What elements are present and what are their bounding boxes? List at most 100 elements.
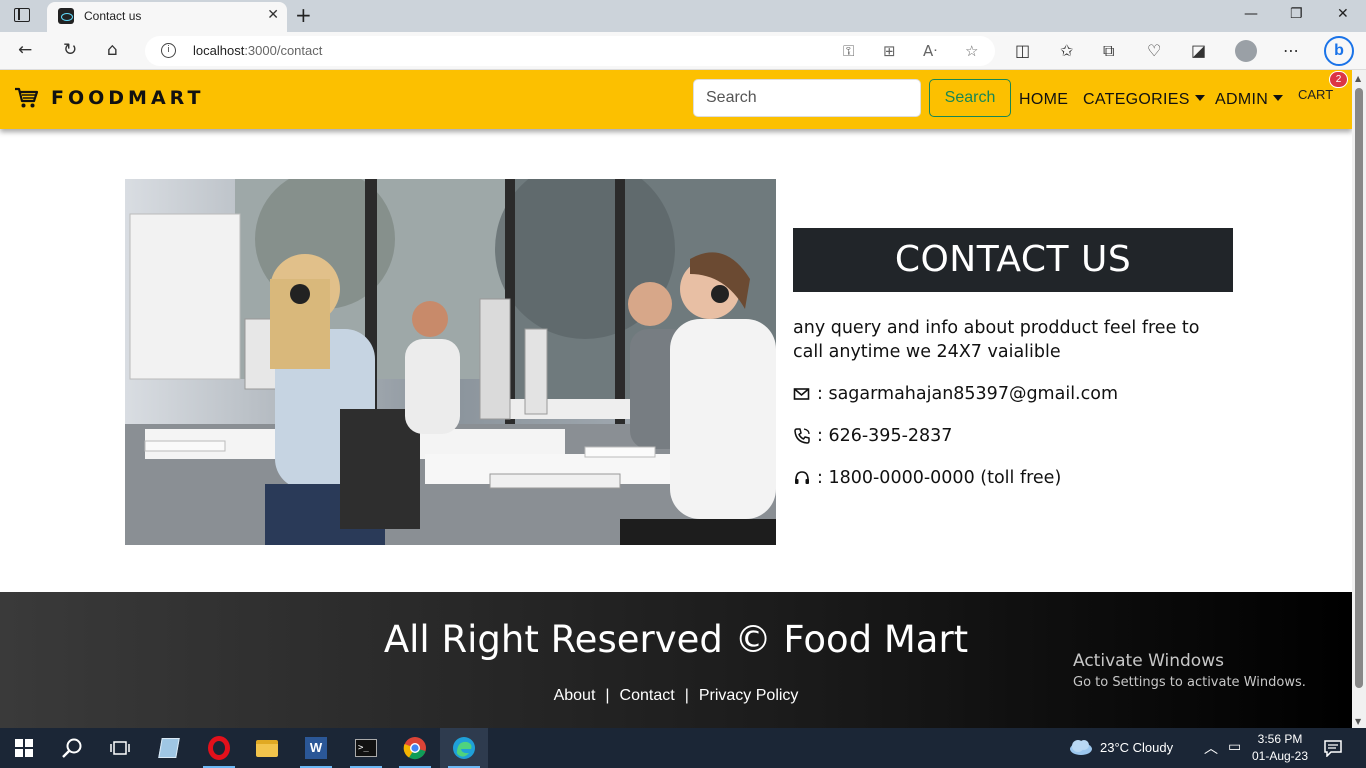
contact-description: any query and info about prodduct feel f… [793,318,1200,362]
watermark-subtitle: Go to Settings to activate Windows. [1073,675,1306,690]
url-field[interactable]: i localhost:3000/contact ⚿ ⊞ Aᐧ ☆ [145,36,995,66]
bing-chat-icon[interactable]: b [1324,36,1354,66]
contact-email-text: : sagarmahajan85397@gmail.com [817,384,1118,404]
taskbar-app-files[interactable] [145,728,193,768]
footer-link-about[interactable]: About [554,687,596,704]
taskbar-app-edge[interactable] [440,728,488,768]
windows-taskbar: W >_ 23°C Cloudy ︿ ▭ 3:56 PM 01-Aug-23 [0,728,1366,768]
home-icon[interactable]: ⌂ [107,40,118,60]
key-icon[interactable]: ⚿ [843,42,854,60]
clock-time: 3:56 PM [1257,732,1303,746]
shopping-cart-icon [15,87,38,108]
search-icon [62,738,82,758]
site-info-icon[interactable]: i [161,43,176,58]
profile-avatar[interactable] [1235,40,1257,62]
url-path: :3000/contact [244,43,323,58]
favorite-star-icon[interactable]: ☆ [965,42,978,60]
footer-link-contact[interactable]: Contact [620,687,675,704]
nav-categories-dropdown[interactable]: CATEGORIES [1083,91,1205,109]
taskbar-app-explorer[interactable] [243,728,291,768]
nav-home-label: HOME [1019,91,1069,108]
url-text: localhost:3000/contact [193,43,322,58]
notifications-icon[interactable] [1324,740,1342,757]
contact-heading: CONTACT US [793,228,1233,292]
react-favicon-icon [58,8,74,24]
scroll-up-icon[interactable]: ▲ [1355,74,1361,83]
clock-date: 01-Aug-23 [1251,749,1309,763]
weather-text[interactable]: 23°C Cloudy [1100,740,1173,755]
tray-chevron-up-icon[interactable]: ︿ [1204,738,1218,758]
url-host: localhost [193,43,245,58]
cart-count-badge: 2 [1329,71,1348,88]
mail-icon [793,388,810,400]
refresh-icon[interactable]: ↻ [63,40,77,60]
word-icon: W [305,737,327,759]
footer-link-privacy[interactable]: Privacy Policy [699,687,799,704]
browser-essentials-icon[interactable]: ♡ [1147,41,1161,60]
minimize-icon[interactable]: — [1244,6,1258,22]
nav-admin-dropdown[interactable]: ADMIN [1215,91,1284,109]
split-screen-icon[interactable]: ◫ [1015,41,1030,60]
footer-separator: | [684,687,689,704]
scroll-down-icon[interactable]: ▼ [1355,717,1361,726]
contact-panel: CONTACT US any query and info about prod… [793,228,1233,490]
opera-icon [208,736,230,760]
search-button[interactable]: Search [929,79,1011,117]
nav-admin-label: ADMIN [1215,91,1269,108]
terminal-icon: >_ [355,739,377,757]
contact-tollfree: : 1800-0000-0000 (toll free) [793,466,1233,490]
activate-windows-watermark: Activate Windows Go to Settings to activ… [1073,651,1306,690]
taskbar-app-word[interactable]: W [292,728,340,768]
footer-separator: | [605,687,610,704]
taskbar-app-opera[interactable] [195,728,243,768]
folder-icon [256,739,278,757]
notebook-app-icon [158,738,180,758]
task-view-icon [110,741,130,755]
battery-network-icon[interactable]: ▭ [1228,738,1241,755]
system-clock[interactable]: 3:56 PM 01-Aug-23 [1248,731,1312,765]
task-view-button[interactable] [96,728,144,768]
tab-close-icon[interactable]: ✕ [267,7,279,23]
taskbar-search-button[interactable] [48,728,96,768]
nav-categories-label: CATEGORIES [1083,91,1190,108]
favorites-icon[interactable]: ✩ [1060,41,1073,60]
scroll-thumb[interactable] [1355,88,1363,688]
edge-icon [453,737,475,759]
chevron-down-icon [1194,95,1205,101]
chevron-down-icon [1273,95,1284,101]
restore-icon[interactable]: ❐ [1290,6,1303,22]
edge-extension-icon[interactable]: ◪ [1191,41,1206,60]
read-aloud-icon[interactable]: Aᐧ [923,42,937,60]
contact-image [125,179,776,545]
back-icon[interactable]: ← [18,40,32,60]
tab-actions-icon[interactable] [14,8,30,22]
brand-name: FOODMART [51,87,205,109]
collections-icon[interactable]: ⧉ [1103,41,1114,61]
address-bar: ← ↻ ⌂ i localhost:3000/contact ⚿ ⊞ Aᐧ ☆ … [0,32,1366,70]
browser-tab-contact[interactable]: Contact us ✕ [47,2,287,32]
window-close-icon[interactable]: ✕ [1337,6,1349,22]
contact-phone: : 626-395-2837 [793,424,1233,448]
headset-icon [795,471,809,484]
nav-cart-link[interactable]: CART [1298,87,1333,102]
windows-logo-icon [15,739,33,757]
page-viewport: FOODMART Search HOME CATEGORIES ADMIN CA… [0,70,1352,728]
browser-tab-strip: Contact us ✕ + — ❐ ✕ [0,0,1366,32]
new-tab-icon[interactable]: + [295,3,312,27]
contact-phone-text: : 626-395-2837 [817,426,953,446]
taskbar-app-terminal[interactable]: >_ [342,728,390,768]
nav-home-link[interactable]: HOME [1019,91,1068,109]
brand-link[interactable]: FOODMART [14,87,204,109]
more-options-icon[interactable]: ⋯ [1283,41,1299,60]
watermark-title: Activate Windows [1073,651,1224,671]
apps-icon[interactable]: ⊞ [883,42,896,60]
search-input[interactable] [693,79,921,117]
contact-email: : sagarmahajan85397@gmail.com [793,382,1233,406]
chrome-icon [403,737,426,760]
cloudy-weather-icon [1070,740,1092,755]
tab-title: Contact us [84,9,142,23]
page-scrollbar[interactable]: ▲ ▼ [1352,70,1366,728]
start-button[interactable] [0,728,48,768]
phone-icon [794,428,810,444]
taskbar-app-chrome[interactable] [391,728,439,768]
